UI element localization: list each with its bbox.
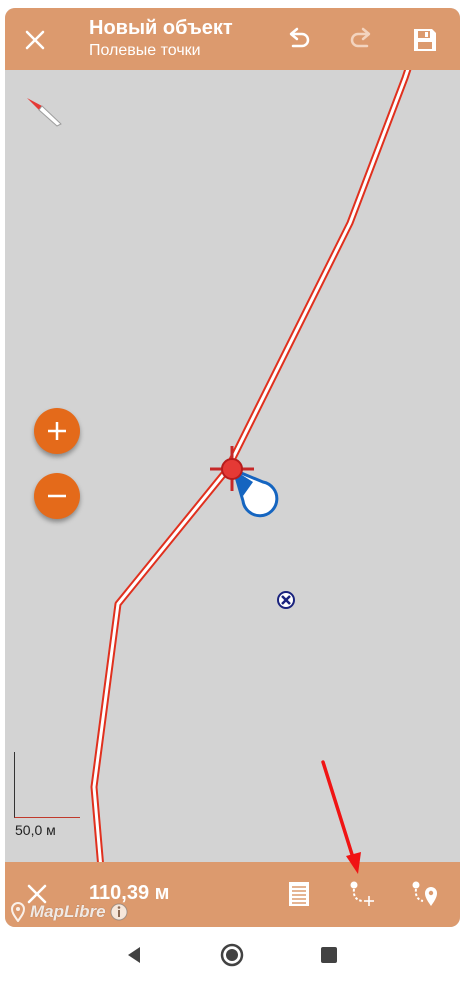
add-point-button[interactable] [407,876,443,912]
undo-button[interactable] [281,22,317,58]
page-title: Новый объект [89,17,233,39]
home-icon[interactable] [219,942,245,968]
scale-bar [14,752,82,818]
maplibre-logo-icon [10,902,26,922]
back-icon[interactable] [122,943,146,967]
point-marker[interactable] [277,591,295,609]
attribution-brand: MapLibre [30,902,106,921]
track-line [90,8,433,927]
compass-icon [27,98,62,127]
save-button[interactable] [407,22,443,58]
location-marker [232,468,279,518]
system-nav-bar [0,930,464,983]
plus-icon [48,422,66,440]
add-vertex-button[interactable] [343,876,379,912]
list-icon [289,882,309,906]
redo-icon [350,27,371,48]
add-vertex-icon [350,881,374,906]
title-block: Новый объект Полевые точки [89,16,289,61]
app-root: Новый объект Полевые точки 50,0 м 110,39… [0,0,464,983]
minus-icon [48,494,66,498]
close-button[interactable] [17,22,53,58]
info-icon[interactable] [109,902,129,922]
redo-button[interactable] [343,22,379,58]
page-subtitle: Полевые точки [89,42,201,59]
screen-frame: Новый объект Полевые точки 50,0 м 110,39… [5,8,460,927]
undo-icon [289,27,310,48]
map-attribution[interactable]: MapLibre [9,900,129,924]
add-point-icon [412,881,437,906]
top-app-bar: Новый объект Полевые точки [5,8,460,70]
recent-apps-icon[interactable] [320,946,338,964]
scale-bar-lines [14,752,80,818]
close-icon [25,30,45,50]
scale-label: 50,0 м [15,822,56,838]
attributes-list-button[interactable] [281,876,317,912]
zoom-out-button[interactable] [34,473,80,519]
save-icon [414,29,436,51]
compass-button[interactable] [23,92,63,132]
zoom-in-button[interactable] [34,408,80,454]
